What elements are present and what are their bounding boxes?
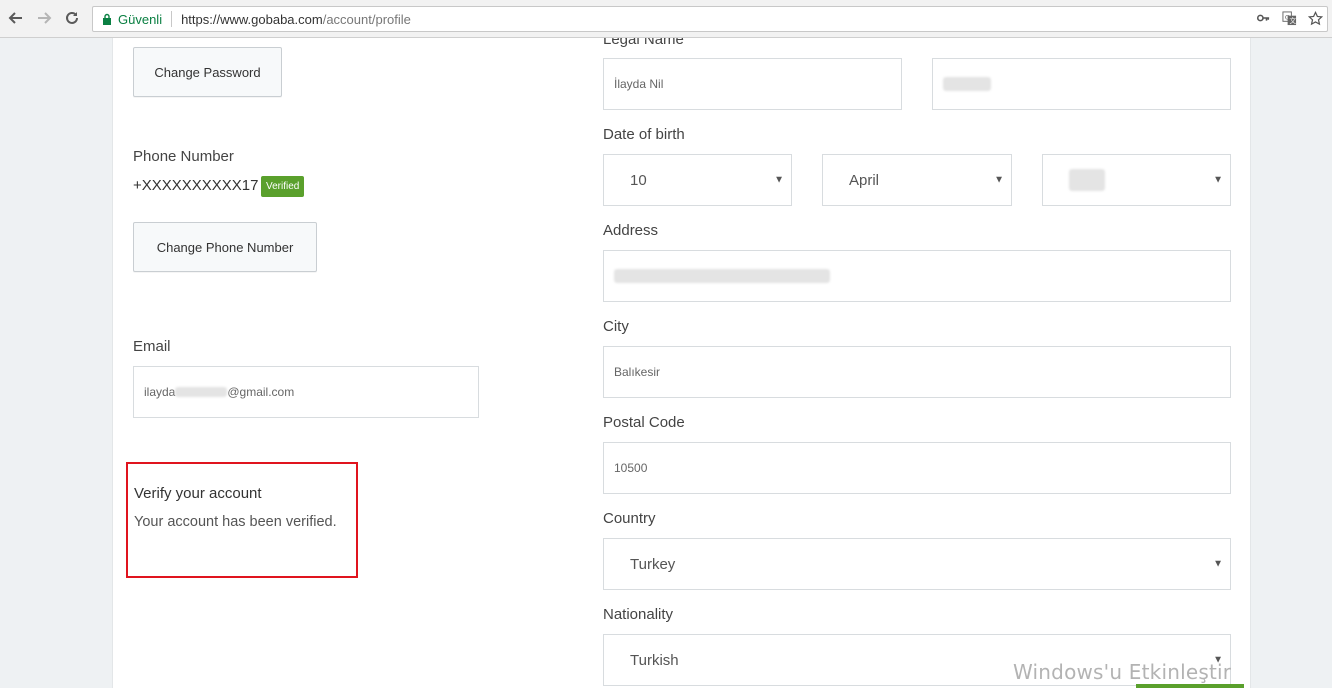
first-name-field[interactable]: İlayda Nil <box>603 58 902 110</box>
country-value: Turkey <box>630 555 676 573</box>
dob-month-value: April <box>849 171 880 189</box>
email-suffix: @gmail.com <box>227 385 295 399</box>
chevron-down-icon: ▼ <box>1213 174 1223 186</box>
address-label: Address <box>603 222 659 239</box>
last-name-redacted <box>943 77 991 91</box>
email-field[interactable]: ilayda @gmail.com <box>133 366 479 418</box>
date-of-birth-label: Date of birth <box>603 126 685 143</box>
change-password-button[interactable]: Change Password <box>133 47 282 97</box>
dob-day-select[interactable]: 10 ▼ <box>603 154 792 206</box>
legal-name-label: Legal Name <box>603 38 684 48</box>
omnibox-divider <box>171 11 173 27</box>
email-label: Email <box>133 338 171 355</box>
nationality-label: Nationality <box>603 606 674 623</box>
verify-account-status: Your account has been verified. <box>134 514 337 530</box>
phone-number-value: +XXXXXXXXXX17 <box>133 177 259 194</box>
city-label: City <box>603 318 629 335</box>
back-icon[interactable] <box>6 8 26 28</box>
page-background: Change Password Phone Number +XXXXXXXXXX… <box>0 38 1332 688</box>
address-bar[interactable]: Güvenli https://www.gobaba.com/account/p… <box>92 6 1328 32</box>
nationality-value: Turkish <box>630 651 679 669</box>
green-button-edge <box>1136 684 1244 688</box>
url-path: /account/profile <box>322 11 411 27</box>
svg-text:文: 文 <box>1289 16 1296 25</box>
last-name-field[interactable] <box>932 58 1231 110</box>
reload-icon[interactable] <box>62 8 82 28</box>
dob-year-select[interactable]: ▼ <box>1042 154 1231 206</box>
verify-account-title: Verify your account <box>134 485 262 502</box>
dob-day-value: 10 <box>630 171 647 189</box>
country-select[interactable]: Turkey ▼ <box>603 538 1231 590</box>
city-field[interactable]: Balıkesir <box>603 346 1231 398</box>
email-prefix: ilayda <box>144 385 176 399</box>
secure-label: Güvenli <box>118 11 163 27</box>
phone-number-label: Phone Number <box>133 148 234 165</box>
dob-year-redacted <box>1069 169 1105 191</box>
email-redacted <box>175 387 228 397</box>
dob-month-select[interactable]: April ▼ <box>822 154 1012 206</box>
address-field[interactable] <box>603 250 1231 302</box>
windows-activation-watermark: Windows'u Etkinleştir <box>1013 660 1232 684</box>
key-icon[interactable] <box>1255 10 1271 26</box>
verified-badge: Verified <box>261 176 305 197</box>
postal-code-label: Postal Code <box>603 414 685 431</box>
lock-icon <box>102 13 112 25</box>
country-label: Country <box>603 510 656 527</box>
translate-icon[interactable]: G文 <box>1281 10 1297 26</box>
chevron-down-icon: ▼ <box>994 174 1004 186</box>
postal-code-field[interactable]: 10500 <box>603 442 1231 494</box>
profile-card: Change Password Phone Number +XXXXXXXXXX… <box>112 38 1251 688</box>
first-name-value: İlayda Nil <box>614 77 664 91</box>
url-text: https://www.gobaba.com/account/profile <box>181 12 411 27</box>
chevron-down-icon: ▼ <box>1213 558 1223 570</box>
city-value: Balıkesir <box>614 365 661 379</box>
chevron-down-icon: ▼ <box>774 174 784 186</box>
star-icon[interactable] <box>1307 10 1323 26</box>
url-host: https://www.gobaba.com <box>181 11 323 27</box>
forward-icon[interactable] <box>34 8 54 28</box>
address-redacted <box>614 269 830 283</box>
change-phone-number-button[interactable]: Change Phone Number <box>133 222 317 272</box>
browser-toolbar: Güvenli https://www.gobaba.com/account/p… <box>0 0 1332 38</box>
postal-code-value: 10500 <box>614 461 648 475</box>
